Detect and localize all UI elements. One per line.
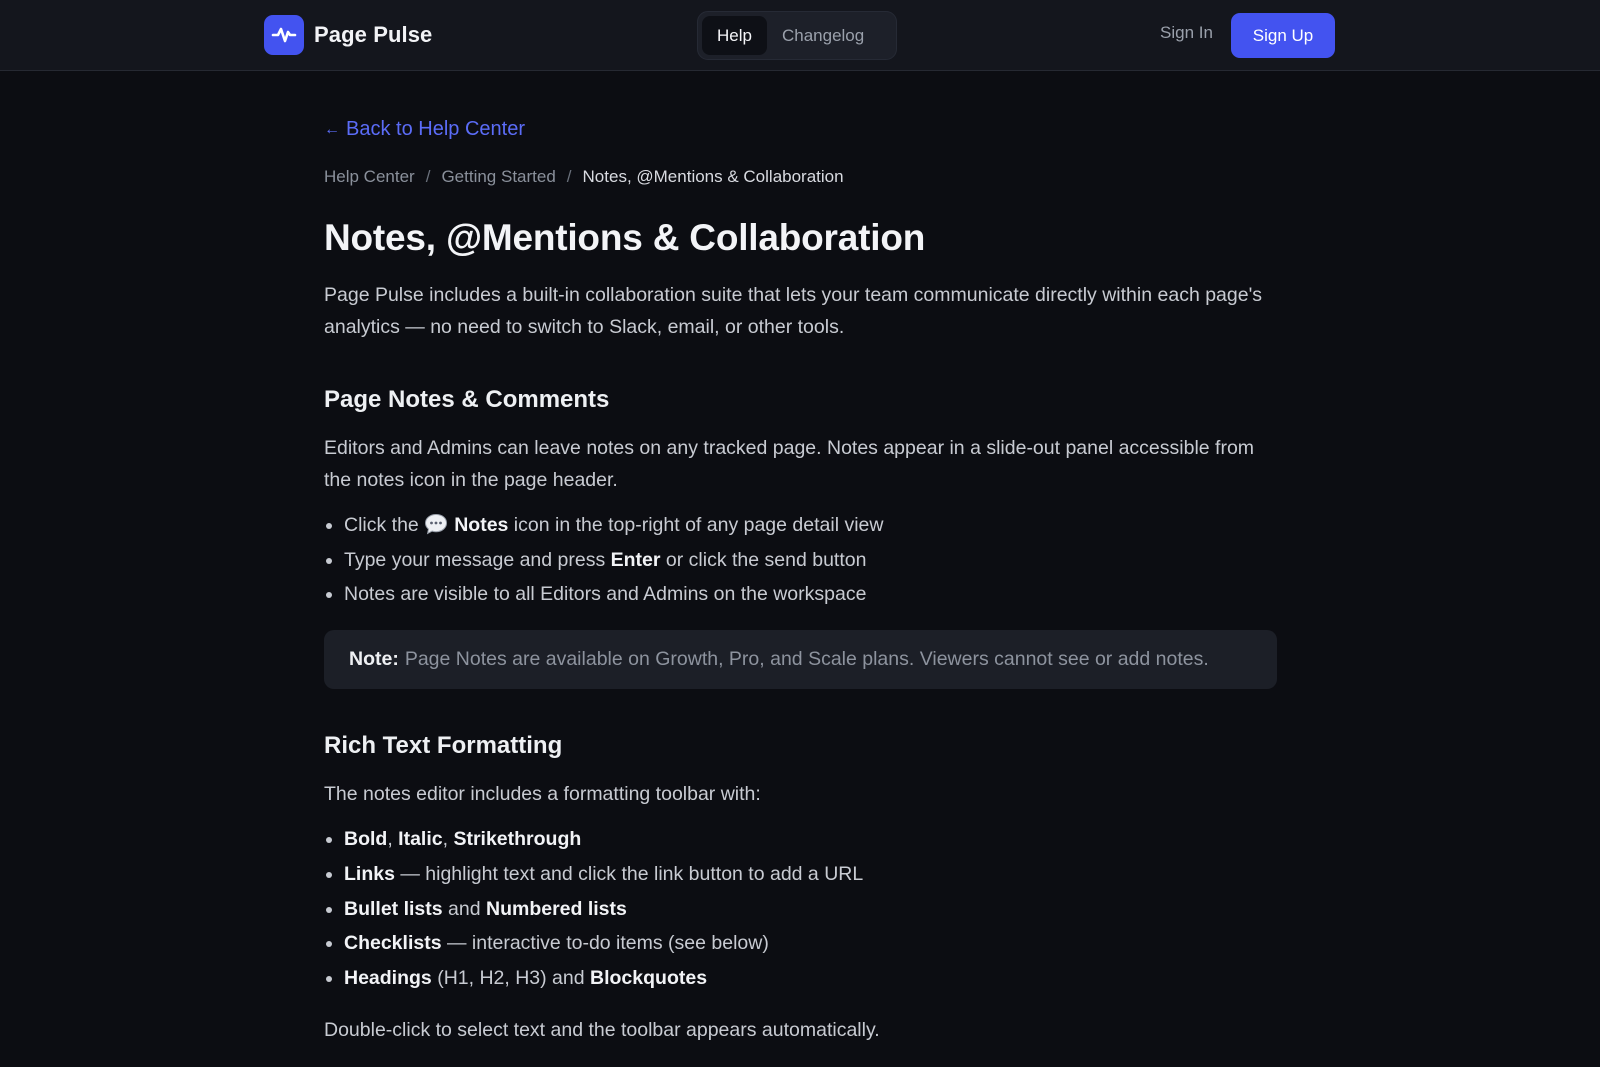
list-item-bold: Links <box>344 862 395 885</box>
plan-availability-callout: Note: Page Notes are available on Growth… <box>324 630 1277 690</box>
top-navigation-bar: Page Pulse Help Changelog Sign In Sign U… <box>0 0 1600 71</box>
breadcrumb: Help Center / Getting Started / Notes, @… <box>324 167 1284 187</box>
list-item: Click the Notes icon in the top-right of… <box>344 508 1284 543</box>
breadcrumb-getting-started[interactable]: Getting Started <box>441 167 555 187</box>
list-item: Bullet lists and Numbered lists <box>344 892 1284 927</box>
list-item-text: Click the <box>344 514 425 536</box>
list-item: Notes are visible to all Editors and Adm… <box>344 577 1284 612</box>
nav-tabs: Help Changelog <box>697 11 897 60</box>
arrow-left-icon: ← <box>324 120 340 138</box>
back-to-help-center-link[interactable]: ← Back to Help Center <box>324 118 1284 141</box>
list-item-bold: Strikethrough <box>453 828 582 851</box>
formatting-options-list: Bold, Italic, Strikethrough Links — high… <box>324 822 1284 996</box>
list-item-bold: Bold <box>344 828 388 851</box>
sign-in-link[interactable]: Sign In <box>1160 23 1213 43</box>
brand-name: Page Pulse <box>314 22 433 47</box>
breadcrumb-current: Notes, @Mentions & Collaboration <box>582 167 844 186</box>
list-item-text: (H1, H2, H3) and <box>431 966 591 989</box>
list-item: Headings (H1, H2, H3) and Blockquotes <box>344 961 1284 996</box>
intro-paragraph: Page Pulse includes a built-in collabora… <box>324 284 1263 338</box>
section-heading-rich-text: Rich Text Formatting <box>324 732 563 760</box>
list-item-text: and <box>442 897 486 920</box>
section-heading-page-notes: Page Notes & Comments <box>324 386 610 413</box>
list-item-bold: Numbered lists <box>485 897 627 920</box>
breadcrumb-separator: / <box>425 167 431 186</box>
list-item: Type your message and press Enter or cli… <box>344 543 1284 578</box>
list-item-text: Type your message and press <box>344 548 611 571</box>
brand-logo[interactable]: Page Pulse <box>264 15 432 55</box>
list-item-text: , <box>442 828 454 851</box>
list-item-text: — interactive to-do items (see below) <box>441 932 769 955</box>
list-item-text: , <box>387 828 399 851</box>
list-item: Checklists — interactive to-do items (se… <box>344 926 1284 961</box>
breadcrumb-help-center[interactable]: Help Center <box>324 167 415 187</box>
list-item-text: — highlight text and click the link butt… <box>394 862 864 885</box>
callout-text: Page Notes are available on Growth, Pro,… <box>404 648 1209 671</box>
list-item-bold: Headings <box>344 966 432 989</box>
section-paragraph: The notes editor includes a formatting t… <box>324 783 761 806</box>
tab-changelog[interactable]: Changelog <box>767 16 879 55</box>
callout-label: Note: <box>349 648 399 671</box>
list-item-text: or click the send button <box>660 548 867 571</box>
list-item-text: Notes are visible to all Editors and Adm… <box>344 583 867 606</box>
section-paragraph: Editors and Admins can leave notes on an… <box>324 437 1255 491</box>
list-item: Bold, Italic, Strikethrough <box>344 822 1284 857</box>
notes-steps-list: Click the Notes icon in the top-right of… <box>324 508 1284 612</box>
list-item-bold: Bullet lists <box>344 897 443 920</box>
pulse-icon <box>264 15 304 55</box>
sign-up-button[interactable]: Sign Up <box>1231 13 1335 58</box>
closing-paragraph: Double-click to select text and the tool… <box>324 1018 880 1041</box>
list-item-bold: Notes <box>454 514 509 536</box>
list-item: Links — highlight text and click the lin… <box>344 857 1284 892</box>
tab-help[interactable]: Help <box>702 16 767 55</box>
list-item-bold: Enter <box>610 548 661 571</box>
list-item-text: icon in the top-right of any page detail… <box>508 514 884 536</box>
page-title: Notes, @Mentions & Collaboration <box>324 217 926 258</box>
list-item-bold: Blockquotes <box>590 966 708 989</box>
help-article: ← Back to Help Center Help Center / Gett… <box>324 118 1284 1046</box>
back-link-label: Back to Help Center <box>346 118 525 140</box>
list-item-bold: Checklists <box>344 932 442 955</box>
list-item-bold: Italic <box>398 828 443 851</box>
breadcrumb-separator: / <box>566 167 572 186</box>
speech-bubble-icon <box>425 513 448 535</box>
